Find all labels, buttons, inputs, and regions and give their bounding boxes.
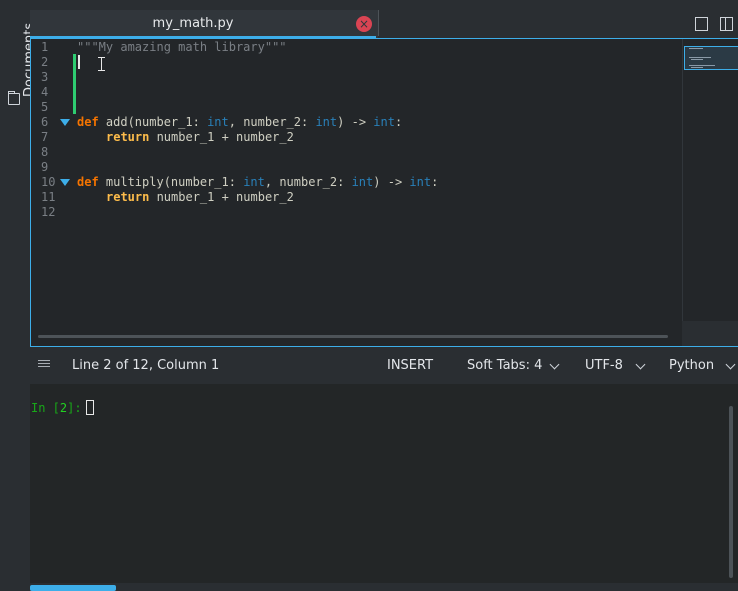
chevron-down-icon[interactable] xyxy=(635,359,646,370)
line-number: 12 xyxy=(41,205,56,219)
new-document-icon[interactable] xyxy=(695,17,708,31)
text-cursor xyxy=(78,55,80,69)
scroll-corner xyxy=(682,321,738,346)
cursor-position[interactable]: Line 2 of 12, Column 1 xyxy=(72,358,219,373)
line-number: 3 xyxy=(41,70,49,84)
scrollbar-track[interactable] xyxy=(38,335,668,338)
python-console[interactable]: In [2]: xyxy=(30,384,738,591)
line-number: 8 xyxy=(41,145,49,159)
line-number: 9 xyxy=(41,160,49,174)
code-line-return: return number_1 + number_2 xyxy=(106,130,294,144)
close-icon[interactable]: × xyxy=(356,16,372,32)
code-line-add: def add(number_1: int, number_2: int) ->… xyxy=(77,115,403,129)
line-number: 11 xyxy=(41,190,56,204)
line-number: 10 xyxy=(41,175,56,189)
horizontal-scrollbar[interactable] xyxy=(31,327,681,346)
bottom-panel-bar xyxy=(30,583,738,591)
minimap-line xyxy=(691,59,703,60)
active-panel-indicator[interactable] xyxy=(30,585,116,591)
line-number-gutter: 1 2 3 4 5 6 7 8 9 10 11 12 xyxy=(31,39,70,329)
tab-my-math[interactable]: my_math.py × xyxy=(30,10,378,39)
docstring: """My amazing math library""" xyxy=(77,40,287,54)
folder-icon xyxy=(8,91,20,105)
minimap-line xyxy=(689,57,711,58)
line-number: 4 xyxy=(41,85,49,99)
line-number: 6 xyxy=(41,115,49,129)
code-area[interactable]: """My amazing math library""" def add(nu… xyxy=(77,39,677,329)
fold-arrow-icon[interactable] xyxy=(60,179,70,186)
indentation-selector[interactable]: Soft Tabs: 4 xyxy=(467,358,542,373)
code-editor[interactable]: 1 2 3 4 5 6 7 8 9 10 11 12 """My amazing… xyxy=(30,38,738,347)
language-selector[interactable]: Python xyxy=(669,358,714,373)
line-number: 7 xyxy=(41,130,49,144)
minimap-line xyxy=(689,48,703,49)
status-bar: Line 2 of 12, Column 1 INSERT Soft Tabs:… xyxy=(30,348,738,384)
modified-lines-marker xyxy=(73,54,76,114)
console-cursor xyxy=(86,400,94,415)
fold-arrow-icon[interactable] xyxy=(60,119,70,126)
tab-label: my_math.py xyxy=(152,16,234,31)
line-number: 2 xyxy=(41,55,49,69)
console-prompt: In [2]: xyxy=(31,401,89,415)
tab-bar: my_math.py × xyxy=(30,8,738,39)
minimap-line xyxy=(691,67,703,68)
line-number: 1 xyxy=(41,40,49,54)
mouse-ibeam-icon xyxy=(98,57,106,71)
window-top-edge xyxy=(0,0,738,6)
encoding-selector[interactable]: UTF-8 xyxy=(585,358,623,373)
split-view-icon[interactable] xyxy=(720,17,733,31)
side-panel: Documents xyxy=(0,0,37,591)
minimap-line xyxy=(689,65,715,66)
code-line-multiply: def multiply(number_1: int, number_2: in… xyxy=(77,175,439,189)
vertical-scrollbar[interactable] xyxy=(729,406,733,578)
input-mode[interactable]: INSERT xyxy=(387,358,433,373)
line-number: 5 xyxy=(41,100,49,114)
minimap[interactable] xyxy=(682,39,738,321)
chevron-down-icon[interactable] xyxy=(549,359,560,370)
tab-divider xyxy=(378,10,379,36)
chevron-down-icon[interactable] xyxy=(725,359,736,370)
menu-lines-icon[interactable] xyxy=(38,360,50,370)
code-line-return: return number_1 + number_2 xyxy=(106,190,294,204)
